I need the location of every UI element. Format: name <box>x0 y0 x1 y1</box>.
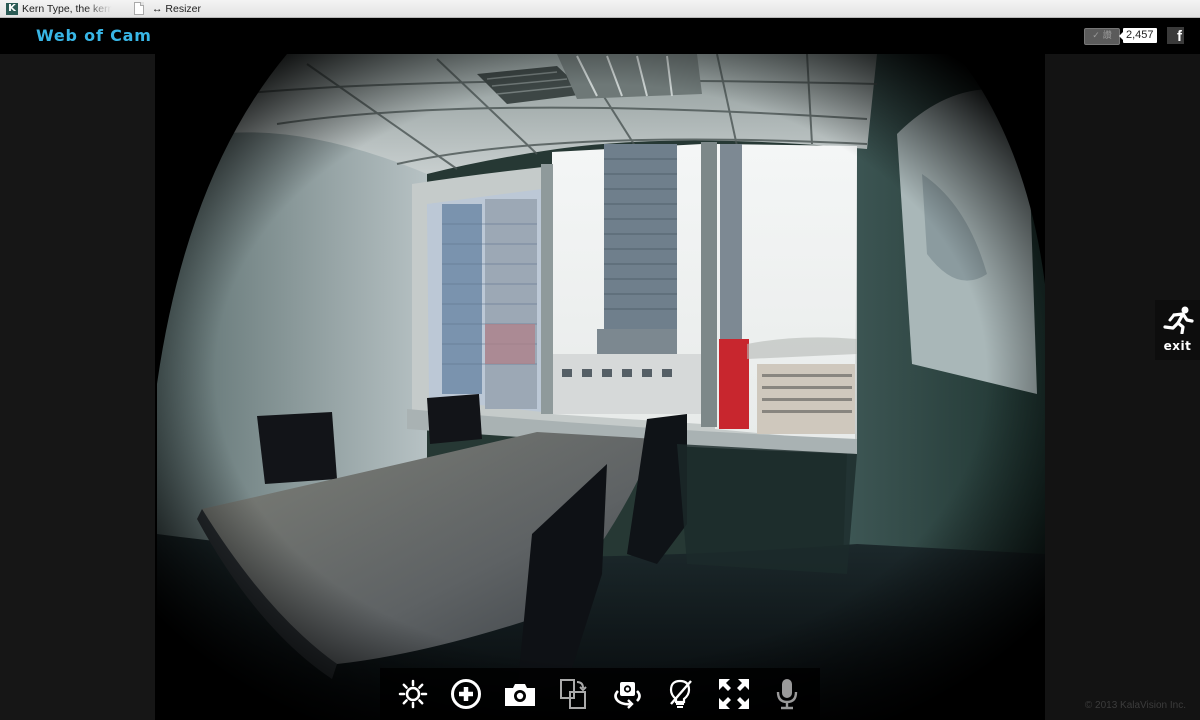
like-button[interactable]: ✓ 讚 <box>1084 28 1120 45</box>
bookmark-label: ↔ Resizer <box>152 2 202 15</box>
camera-switch-icon <box>613 682 641 709</box>
bookmarks-bar: K Kern Type, the kerning game ↔ Resizer <box>0 0 1200 18</box>
camera-image <box>157 54 1045 720</box>
zoom-in-button[interactable] <box>446 674 486 714</box>
bookmark-resizer[interactable]: ↔ Resizer <box>122 0 201 17</box>
rotate-view-button[interactable] <box>553 674 593 714</box>
bookmark-kern-type[interactable]: K Kern Type, the kerning game <box>0 0 112 17</box>
camera-icon <box>504 684 535 706</box>
snapshot-button[interactable] <box>500 674 540 714</box>
lightbulb-off-icon <box>670 679 693 708</box>
light-off-button[interactable] <box>660 674 700 714</box>
microphone-button[interactable] <box>767 674 807 714</box>
exit-button[interactable]: exit <box>1155 300 1200 360</box>
exit-label: exit <box>1163 339 1192 353</box>
bookmark-label: Kern Type, the kerning game <box>22 2 112 15</box>
left-panel <box>0 54 155 720</box>
camera-feed[interactable] <box>157 54 1045 720</box>
facebook-icon[interactable]: f <box>1167 27 1184 44</box>
plus-circle-icon <box>451 679 482 709</box>
expand-icon <box>718 679 749 709</box>
copyright: © 2013 KalaVision Inc. <box>1084 700 1186 711</box>
kern-type-favicon: K <box>6 2 18 15</box>
microphone-icon <box>777 679 798 710</box>
running-man-icon <box>1162 306 1194 335</box>
site-header: Web of Cam ✓ 讚 2,457 f <box>0 18 1200 54</box>
like-count: 2,457 <box>1119 28 1157 43</box>
switch-camera-button[interactable] <box>607 674 647 714</box>
sun-icon <box>398 679 427 709</box>
fullscreen-button[interactable] <box>714 674 754 714</box>
right-panel: © 2013 KalaVision Inc. <box>1045 54 1200 720</box>
rotate-frame-icon <box>560 679 587 709</box>
camera-toolbar <box>380 668 820 720</box>
document-icon <box>134 2 144 15</box>
site-logo[interactable]: Web of Cam <box>36 26 152 45</box>
brightness-button[interactable] <box>393 674 433 714</box>
